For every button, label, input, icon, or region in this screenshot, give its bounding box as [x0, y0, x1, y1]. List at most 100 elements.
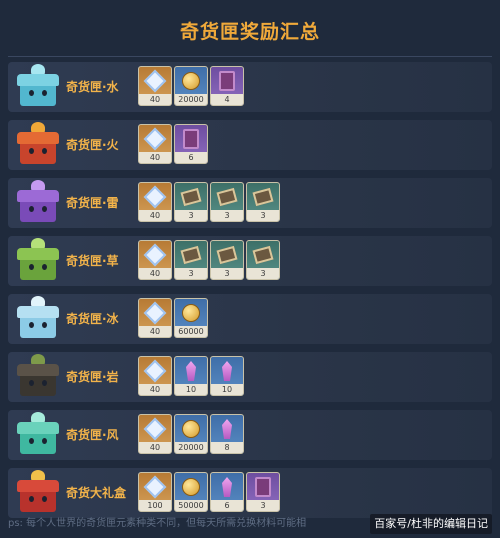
reward-item: 100 — [138, 472, 172, 512]
reward-item: 40 — [138, 298, 172, 338]
watermark: 百家号/杜非的编辑日记 — [370, 514, 492, 534]
reward-item: 3 — [174, 182, 208, 222]
reward-item: 3 — [246, 182, 280, 222]
primogem-icon — [139, 67, 171, 95]
item-count: 40 — [139, 442, 171, 453]
chest-icon — [14, 296, 62, 342]
reward-items: 40 20000 8 — [138, 414, 244, 456]
reward-row: 奇货匣·水 40 20000 4 — [8, 62, 492, 112]
item-count: 40 — [139, 152, 171, 163]
primogem-icon — [139, 357, 171, 385]
chest-icon — [14, 238, 62, 284]
reward-item: 10 — [210, 356, 244, 396]
item-count: 100 — [139, 500, 171, 511]
crystal-icon — [211, 415, 243, 443]
talent-book-icon — [175, 125, 207, 153]
reward-items: 40 20000 4 — [138, 66, 244, 108]
primogem-icon — [139, 183, 171, 211]
reward-item: 20000 — [174, 414, 208, 454]
reward-items: 40 3 3 3 — [138, 240, 280, 282]
item-count: 3 — [175, 268, 207, 279]
primogem-icon — [139, 473, 171, 501]
chest-name: 奇货匣·水 — [66, 80, 119, 94]
item-count: 3 — [247, 210, 279, 221]
reward-row: 奇货匣·风 40 20000 8 — [8, 410, 492, 460]
reward-row: 奇货匣·冰 40 60000 — [8, 294, 492, 344]
chest-icon — [14, 412, 62, 458]
chest-name: 奇货匣·草 — [66, 254, 119, 268]
chest-name: 奇货匣·火 — [66, 138, 119, 152]
item-count: 60000 — [175, 326, 207, 337]
reward-row: 奇货匣·火 40 6 — [8, 120, 492, 170]
reward-item: 3 — [174, 240, 208, 280]
reward-item: 4 — [210, 66, 244, 106]
reward-list: 奇货匣·水 40 20000 4 奇货匣·火 40 6 奇货匣·雷 40 3 3 3 奇货匣·草 40 3 3… — [8, 62, 492, 526]
mora-coin-icon — [175, 299, 207, 327]
crystal-icon — [211, 473, 243, 501]
talent-book-icon — [247, 473, 279, 501]
chest-icon — [14, 122, 62, 168]
reward-item: 50000 — [174, 472, 208, 512]
reward-items: 40 60000 — [138, 298, 208, 340]
page-title: 奇货匣奖励汇总 — [179, 21, 320, 43]
item-count: 40 — [139, 326, 171, 337]
reward-item: 60000 — [174, 298, 208, 338]
primogem-icon — [139, 125, 171, 153]
title-divider — [8, 56, 492, 57]
reward-row: 奇货匣·草 40 3 3 3 — [8, 236, 492, 286]
item-count: 50000 — [175, 500, 207, 511]
chest-icon — [14, 64, 62, 110]
item-count: 40 — [139, 210, 171, 221]
reward-item: 40 — [138, 356, 172, 396]
card-icon — [211, 183, 243, 211]
item-count: 10 — [175, 384, 207, 395]
reward-item: 3 — [210, 182, 244, 222]
chest-icon — [14, 470, 62, 516]
primogem-icon — [139, 241, 171, 269]
item-count: 6 — [211, 500, 243, 511]
item-count: 3 — [211, 210, 243, 221]
reward-row: 奇货大礼盒 100 50000 6 3 — [8, 468, 492, 518]
primogem-icon — [139, 415, 171, 443]
reward-item: 3 — [246, 472, 280, 512]
reward-item: 3 — [246, 240, 280, 280]
chest-name: 奇货匣·冰 — [66, 312, 119, 326]
card-icon — [175, 241, 207, 269]
card-icon — [247, 241, 279, 269]
mora-coin-icon — [175, 67, 207, 95]
chest-name: 奇货匣·风 — [66, 428, 119, 442]
item-count: 4 — [211, 94, 243, 105]
item-count: 40 — [139, 94, 171, 105]
item-count: 3 — [175, 210, 207, 221]
reward-item: 10 — [174, 356, 208, 396]
item-count: 3 — [247, 500, 279, 511]
reward-item: 3 — [210, 240, 244, 280]
mora-coin-icon — [175, 415, 207, 443]
reward-items: 40 3 3 3 — [138, 182, 280, 224]
item-count: 3 — [211, 268, 243, 279]
card-icon — [175, 183, 207, 211]
reward-item: 20000 — [174, 66, 208, 106]
reward-items: 100 50000 6 3 — [138, 472, 280, 514]
chest-icon — [14, 354, 62, 400]
reward-items: 40 10 10 — [138, 356, 244, 398]
mora-coin-icon — [175, 473, 207, 501]
item-count: 10 — [211, 384, 243, 395]
item-count: 20000 — [175, 442, 207, 453]
talent-book-icon — [211, 67, 243, 95]
reward-item: 6 — [210, 472, 244, 512]
card-icon — [247, 183, 279, 211]
chest-name: 奇货匣·岩 — [66, 370, 119, 384]
chest-icon — [14, 180, 62, 226]
item-count: 40 — [139, 384, 171, 395]
item-count: 3 — [247, 268, 279, 279]
item-count: 20000 — [175, 94, 207, 105]
primogem-icon — [139, 299, 171, 327]
reward-item: 40 — [138, 124, 172, 164]
item-count: 8 — [211, 442, 243, 453]
reward-item: 40 — [138, 414, 172, 454]
reward-items: 40 6 — [138, 124, 208, 166]
card-icon — [211, 241, 243, 269]
crystal-icon — [175, 357, 207, 385]
item-count: 40 — [139, 268, 171, 279]
